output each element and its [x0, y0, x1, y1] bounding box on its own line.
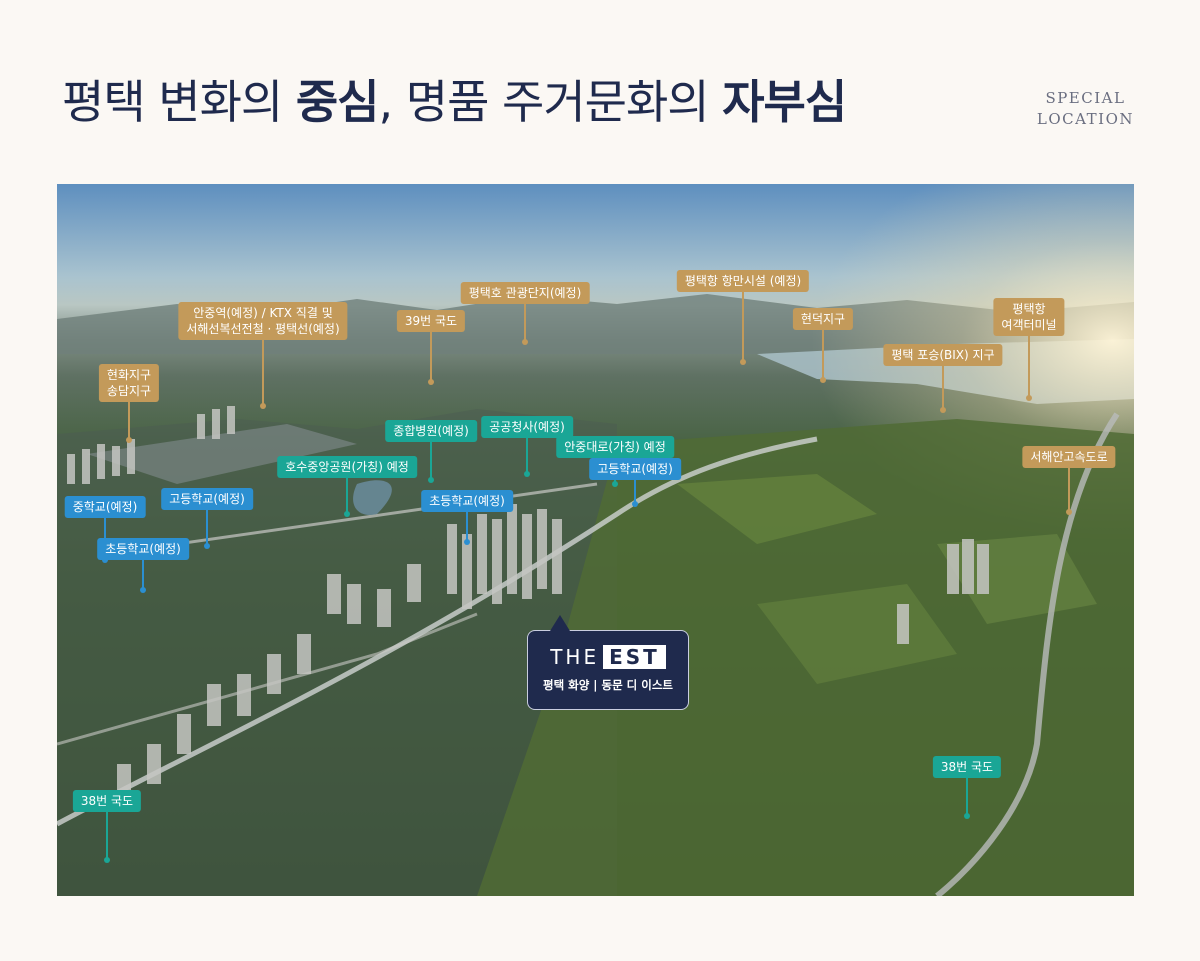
project-subtitle: 평택 화양 | 동문 디 이스트: [542, 678, 674, 692]
high-school-b-marker: [632, 501, 638, 507]
the-est-logo: THE EST: [528, 645, 688, 669]
label-line: 고등학교(예정): [169, 492, 245, 506]
label-line: 현덕지구: [800, 312, 846, 326]
lake-park-pin: [346, 476, 348, 514]
ferry-terminal-pin: [1028, 334, 1030, 398]
poseung-bix-label: 평택 포승(BIX) 지구: [883, 344, 1003, 366]
label-line: 안중역(예정) / KTX 직결 및: [193, 306, 333, 320]
label-line: 평택호 관광단지(예정): [468, 286, 582, 300]
lake-park-label: 호수중앙공원(가칭) 예정: [277, 456, 417, 478]
port-facility-pin: [742, 290, 744, 362]
label-line: 평택 포승(BIX) 지구: [891, 348, 995, 362]
poseung-bix-marker: [940, 407, 946, 413]
label-line: 평택항 항만시설 (예정): [684, 274, 802, 288]
anjung-daero-label: 안중대로(가칭) 예정: [556, 436, 674, 458]
elementary-b-marker: [464, 539, 470, 545]
label-line: 초등학교(예정): [105, 542, 181, 556]
elementary-a-pin: [142, 558, 144, 590]
label-line: 공공청사(예정): [489, 420, 565, 434]
anjung-station-marker: [260, 403, 266, 409]
anjung-daero-marker: [612, 481, 618, 487]
label-line: 안중대로(가칭) 예정: [564, 440, 666, 454]
lake-park-marker: [344, 511, 350, 517]
label-line: 서해안고속도로: [1030, 450, 1108, 464]
route38-left-pin: [106, 810, 108, 860]
seohaean-expressway-marker: [1066, 509, 1072, 515]
hyeondeok-label: 현덕지구: [792, 308, 854, 330]
tag-line: LOCATION: [1036, 110, 1134, 128]
label-line: 평택항: [1012, 302, 1046, 316]
aerial-map: 안중역(예정) / KTX 직결 및서해선복선전철 · 평택선(예정) 39번 국…: [57, 184, 1134, 896]
label-line: 송담지구: [106, 384, 152, 398]
public-office-label: 공공청사(예정): [481, 416, 573, 438]
hyeonhwa-marker: [126, 437, 132, 443]
pyeongtaek-lake-pin: [524, 302, 526, 342]
general-hospital-label: 종합병원(예정): [385, 420, 477, 442]
public-office-marker: [524, 471, 530, 477]
port-facility-label: 평택항 항만시설 (예정): [676, 270, 810, 292]
route38-right-marker: [964, 813, 970, 819]
label-line: 서해선복선전철 · 평택선(예정): [186, 322, 340, 336]
tag-line: SPECIAL: [1045, 89, 1126, 107]
middle-school-label: 중학교(예정): [64, 496, 146, 518]
hyeonhwa-pin: [128, 398, 130, 440]
route38-right-label: 38번 국도: [932, 756, 1002, 778]
high-school-b-label: 고등학교(예정): [589, 458, 681, 480]
route39-marker: [428, 379, 434, 385]
label-line: 현화지구: [106, 368, 152, 382]
route38-left-label: 38번 국도: [72, 790, 142, 812]
hyeondeok-marker: [820, 377, 826, 383]
callout-pointer: [550, 615, 570, 631]
logo-text: THE: [550, 645, 600, 669]
page-title: 평택 변화의 중심, 명품 주거문화의 자부심: [62, 66, 847, 132]
pyeongtaek-lake-label: 평택호 관광단지(예정): [460, 282, 590, 304]
map-terrain: [57, 184, 1134, 896]
label-line: 여객터미널: [1001, 318, 1057, 332]
label-line: 초등학교(예정): [429, 494, 505, 508]
ferry-terminal-marker: [1026, 395, 1032, 401]
the-est-callout: THE EST 평택 화양 | 동문 디 이스트: [527, 615, 689, 710]
route38-left-marker: [104, 857, 110, 863]
elementary-a-label: 초등학교(예정): [97, 538, 189, 560]
elementary-a-marker: [140, 587, 146, 593]
high-school-a-pin: [206, 508, 208, 546]
elementary-b-label: 초등학교(예정): [421, 490, 513, 512]
ferry-terminal-label: 평택항여객터미널: [993, 298, 1065, 336]
port-facility-marker: [740, 359, 746, 365]
high-school-a-label: 고등학교(예정): [161, 488, 253, 510]
general-hospital-marker: [428, 477, 434, 483]
general-hospital-pin: [430, 440, 432, 480]
section-tag: SPECIAL LOCATION: [1037, 88, 1134, 130]
label-line: 고등학교(예정): [597, 462, 673, 476]
route39-pin: [430, 330, 432, 382]
pyeongtaek-lake-marker: [522, 339, 528, 345]
label-line: 중학교(예정): [72, 500, 138, 514]
title-part: 평택 변화의: [62, 75, 296, 129]
anjung-station-pin: [262, 334, 264, 406]
hyeondeok-pin: [822, 328, 824, 380]
hyeonhwa-label: 현화지구송담지구: [98, 364, 160, 402]
public-office-pin: [526, 436, 528, 474]
poseung-bix-pin: [942, 364, 944, 410]
label-line: 39번 국도: [404, 314, 458, 328]
label-line: 38번 국도: [80, 794, 134, 808]
seohaean-expressway-label: 서해안고속도로: [1022, 446, 1116, 468]
title-strong: 자부심: [722, 75, 847, 129]
logo-box: EST: [603, 645, 666, 669]
label-line: 38번 국도: [940, 760, 994, 774]
label-line: 호수중앙공원(가칭) 예정: [285, 460, 409, 474]
title-part: , 명품 주거문화의: [378, 75, 723, 129]
anjung-station-label: 안중역(예정) / KTX 직결 및서해선복선전철 · 평택선(예정): [178, 302, 348, 340]
label-line: 종합병원(예정): [393, 424, 469, 438]
route39-label: 39번 국도: [396, 310, 466, 332]
seohaean-expressway-pin: [1068, 466, 1070, 512]
high-school-a-marker: [204, 543, 210, 549]
title-strong: 중심: [295, 75, 380, 129]
elementary-b-pin: [466, 510, 468, 542]
route38-right-pin: [966, 776, 968, 816]
